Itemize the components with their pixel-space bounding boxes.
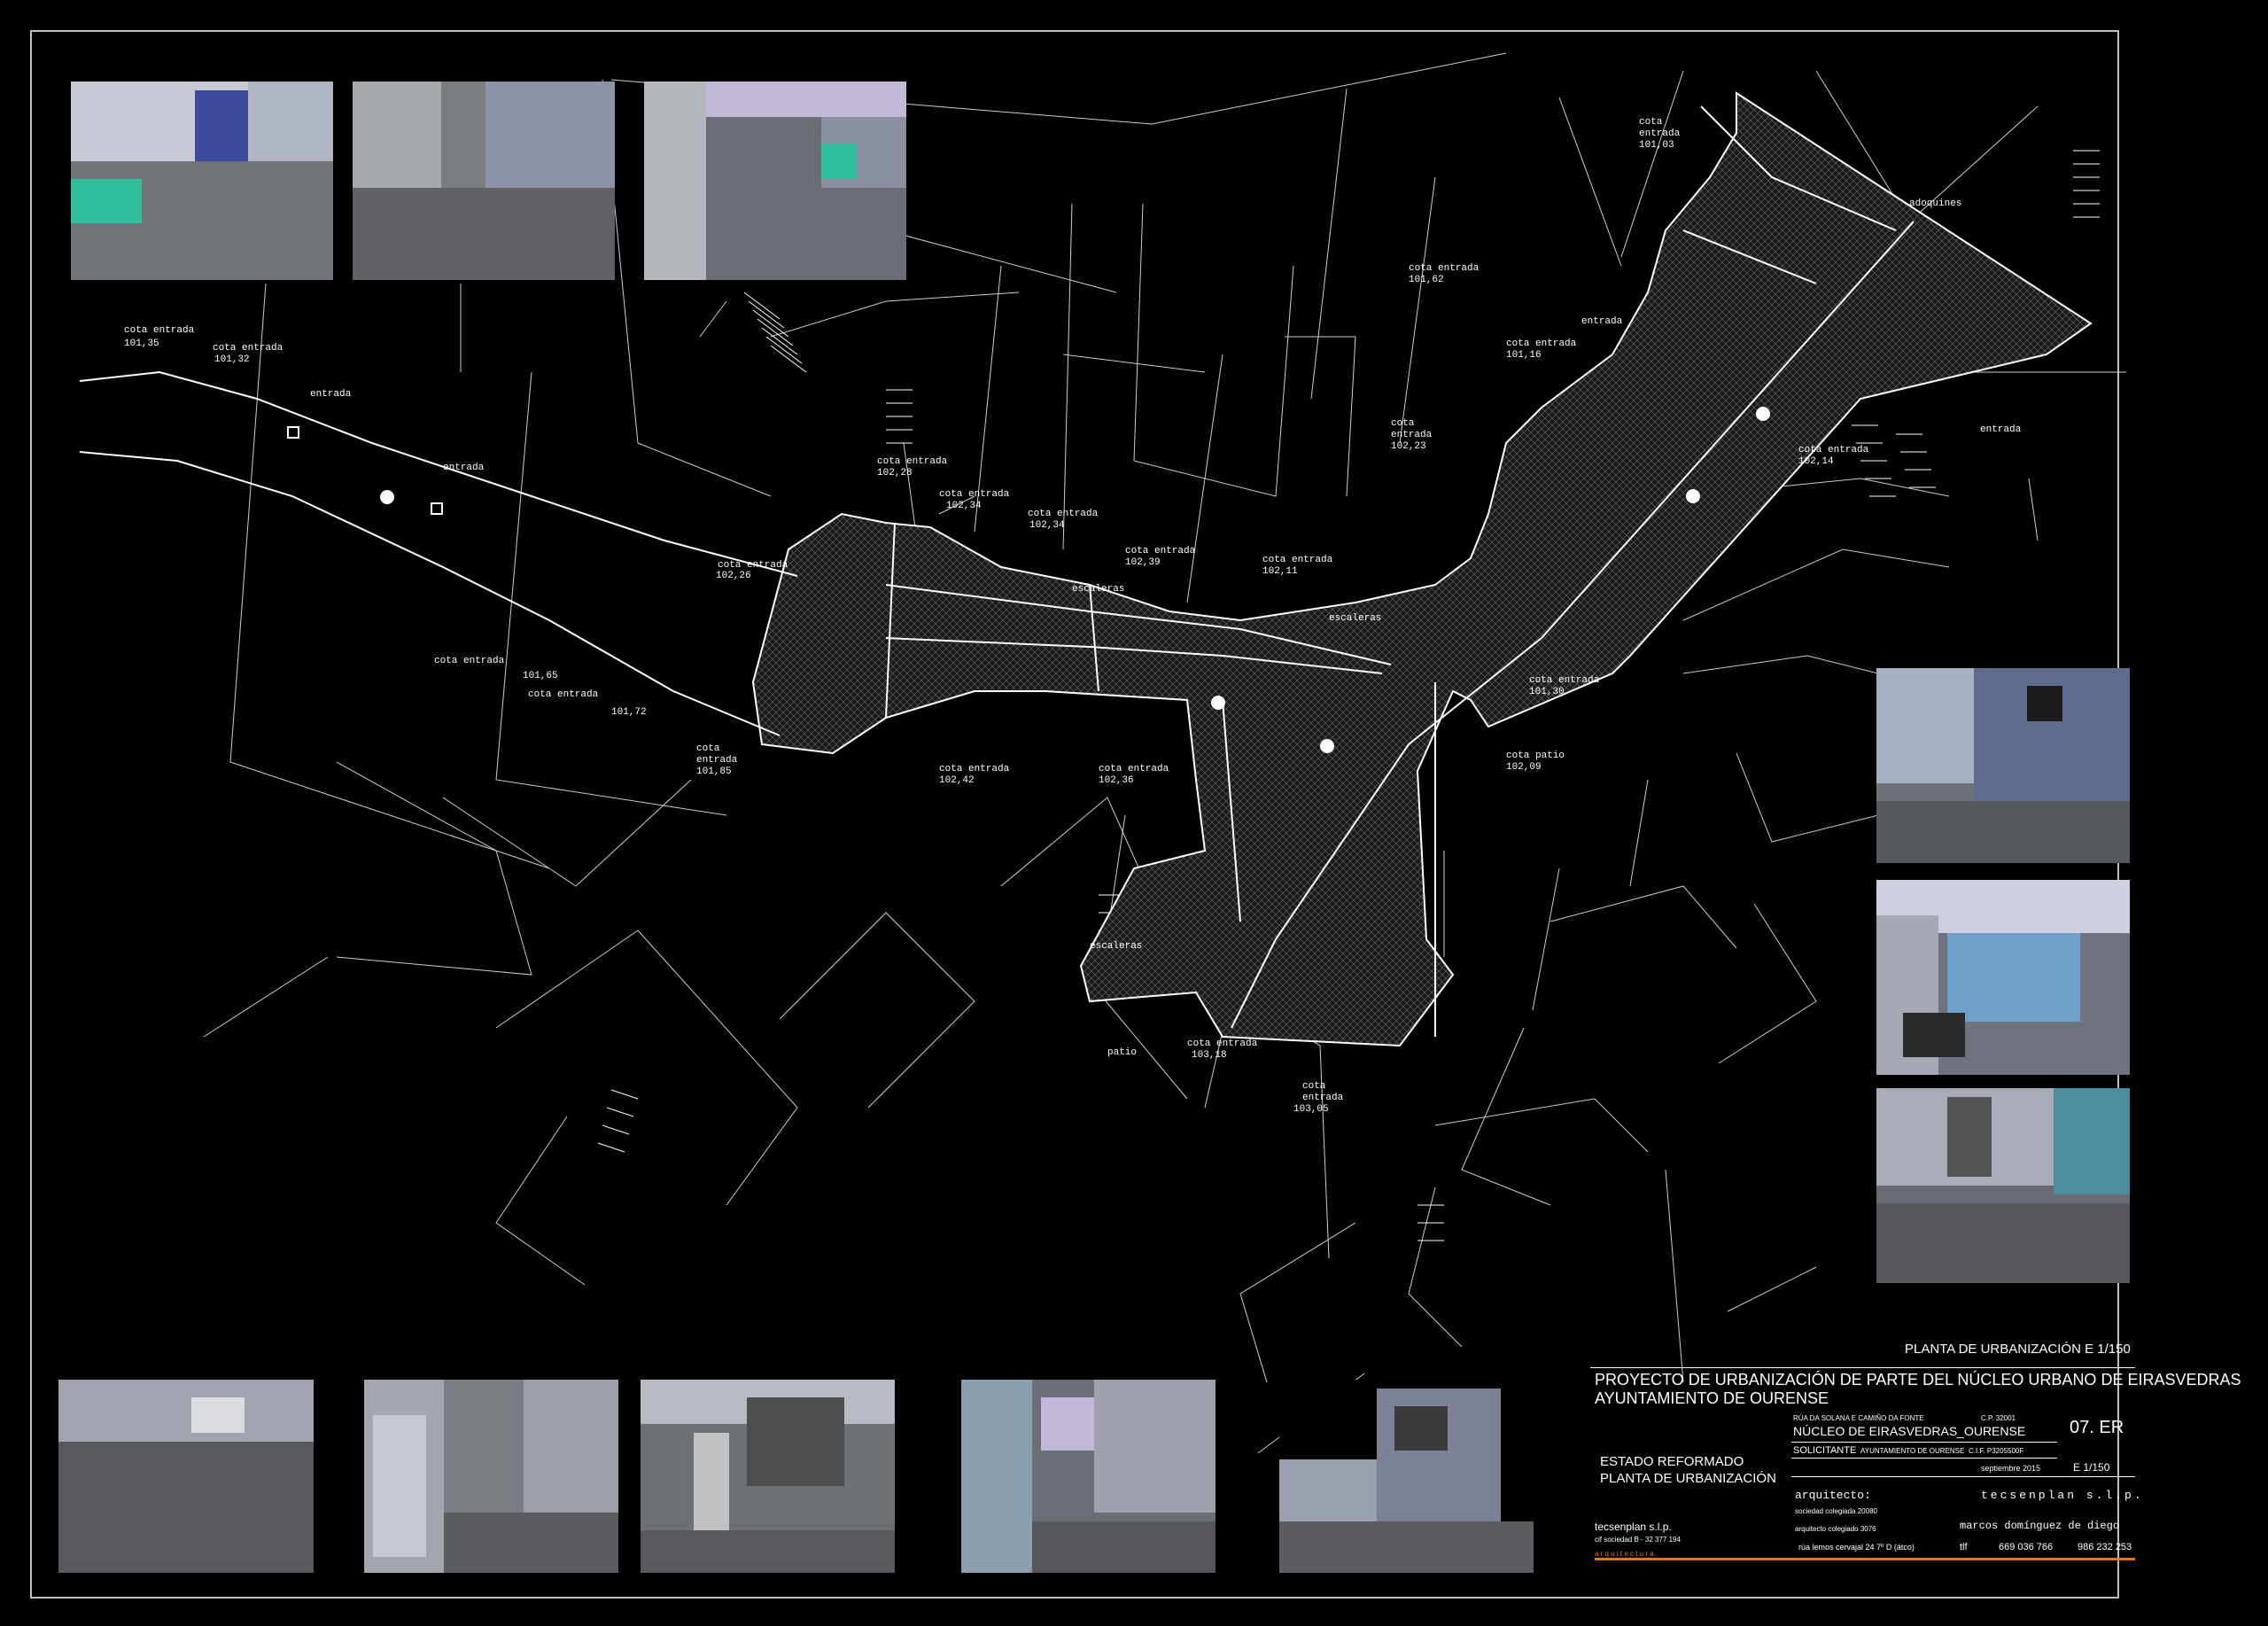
photo-top-1 [71,82,333,280]
label-cota-entrada-2: cota entrada [213,343,284,354]
svg-text:102,42: 102,42 [939,775,975,786]
svg-text:entrada: entrada [1980,424,2022,435]
svg-text:entrada: entrada [443,463,485,473]
left-road [79,370,798,736]
svg-text:101,72: 101,72 [611,707,647,718]
project-municipality: AYUNTAMIENTO DE OURENSE [1595,1389,1829,1407]
svg-text:102,34: 102,34 [946,501,982,511]
state-line-1: ESTADO REFORMADO [1600,1454,1744,1469]
accent-rule [1595,1558,2135,1560]
photo-top-2 [353,82,615,280]
svg-text:entrada: entrada [696,755,738,766]
svg-text:cota entrada: cota entrada [877,456,948,467]
solicitante-label: SOLICITANTE [1793,1445,1857,1456]
colegiado-1: sociedad colegiada 20080 [1795,1507,1877,1515]
date: septiembre 2015 [1981,1464,2041,1473]
svg-text:cota: cota [1391,418,1415,429]
colegiado-2: arquitecto colegiado 3076 [1795,1525,1876,1533]
photo-bottom-5 [1279,1380,1534,1573]
photo-right-2 [1876,880,2130,1075]
svg-text:101,03: 101,03 [1639,140,1674,151]
rule-2 [1791,1458,2057,1459]
project-title: PROYECTO DE URBANIZACIÓN DE PARTE DEL NÚ… [1595,1371,2241,1389]
svg-text:cota entrada: cota entrada [1529,675,1600,686]
firm-cif: cif sociedad B - 32 377 194 [1595,1536,1681,1544]
svg-text:cota entrada: cota entrada [1187,1039,1258,1049]
svg-text:escaleras: escaleras [1329,613,1381,624]
rule-1 [1791,1442,2057,1443]
svg-text:102,26: 102,26 [716,571,751,581]
phone-2: 986 232 253 [2078,1542,2132,1552]
svg-text:101,65: 101,65 [523,671,558,681]
svg-text:102,28: 102,28 [877,468,913,478]
svg-text:102,34: 102,34 [1029,520,1065,531]
svg-text:102,14: 102,14 [1798,456,1834,467]
photo-bottom-4 [961,1380,1216,1573]
svg-text:entrada: entrada [310,389,352,400]
street-name: RÚA DA SOLANA E CAMIÑO DA FONTE [1793,1414,1924,1422]
photo-right-3 [1876,1088,2130,1283]
label-elev-1: 101,35 [124,338,159,349]
svg-text:cota entrada: cota entrada [434,656,505,666]
svg-text:cota entrada: cota entrada [1409,263,1480,274]
svg-text:102,23: 102,23 [1391,441,1426,452]
svg-text:101,16: 101,16 [1506,350,1542,361]
svg-text:cota entrada: cota entrada [1125,546,1196,556]
address: rúa lemos cervajal 24 7º D (átco) [1798,1543,1915,1552]
label-cota-entrada-1: cota entrada [124,325,195,336]
svg-text:cota entrada: cota entrada [1028,509,1099,519]
phone-1: 669 036 766 [1999,1542,2054,1552]
svg-text:103,18: 103,18 [1192,1050,1227,1061]
svg-text:escaleras: escaleras [1072,584,1124,595]
svg-text:101,85: 101,85 [696,766,732,777]
label-elev-2: 101,32 [214,354,250,365]
svg-text:cota: cota [1302,1081,1326,1092]
svg-text:102,36: 102,36 [1099,775,1134,786]
postal-code: C.P. 32001 [1981,1414,2016,1422]
svg-text:102,11: 102,11 [1262,566,1298,577]
svg-text:escaleras: escaleras [1090,941,1142,952]
svg-text:entrada: entrada [1391,430,1433,440]
svg-text:cota patio: cota patio [1506,751,1565,761]
svg-text:cota: cota [1639,117,1663,128]
title-divider [1590,1367,2135,1368]
svg-text:103,05: 103,05 [1293,1104,1329,1115]
firm-spaced: tecsenplan s.l.p. [1981,1489,2144,1502]
svg-text:cota entrada: cota entrada [1506,338,1577,349]
svg-text:entrada: entrada [1639,128,1681,139]
photo-bottom-3 [641,1380,895,1573]
sheet-number: 07. ER [2070,1418,2124,1437]
architect-name: marcos domínguez de diego [1960,1520,2120,1532]
arquitecto-label: arquitecto: [1795,1489,1871,1502]
svg-text:cota entrada: cota entrada [718,560,788,571]
svg-text:102,39: 102,39 [1125,557,1161,568]
photo-right-1 [1876,668,2130,863]
svg-text:cota entrada: cota entrada [1262,555,1333,565]
svg-text:entrada: entrada [1581,316,1623,327]
drawing-title: PLANTA DE URBANIZACIÓN E 1/150 [1905,1342,2131,1357]
photo-bottom-2 [364,1380,618,1573]
svg-text:entrada: entrada [1302,1093,1344,1103]
firm-name: tecsenplan s.l.p. [1595,1521,1672,1533]
photo-top-3 [644,82,906,280]
svg-text:cota entrada: cota entrada [1798,445,1869,455]
svg-text:cota: cota [696,743,720,754]
svg-text:patio: patio [1107,1047,1137,1058]
svg-text:cota entrada: cota entrada [1099,764,1169,774]
location-name: NÚCLEO DE EIRASVEDRAS_OURENSE [1793,1424,2026,1438]
svg-text:cota entrada: cota entrada [939,489,1010,500]
svg-text:cota entrada: cota entrada [528,689,599,700]
solicitante-name: AYUNTAMIENTO DE OURENSE [1860,1447,1965,1455]
state-line-2: PLANTA DE URBANIZACIÓN [1600,1471,1776,1486]
svg-text:101,30: 101,30 [1529,687,1565,697]
svg-text:101,62: 101,62 [1409,275,1444,285]
solicitante-cif: C.I.F. P3205500F [1969,1447,2024,1455]
scale: E 1/150 [2073,1461,2110,1474]
rule-3 [1791,1476,2135,1477]
svg-text:102,09: 102,09 [1506,762,1542,773]
photo-bottom-1 [58,1380,314,1573]
svg-text:adoquines: adoquines [1909,198,1961,209]
svg-text:cota entrada: cota entrada [939,764,1010,774]
tlf-label: tlf [1960,1542,1968,1552]
